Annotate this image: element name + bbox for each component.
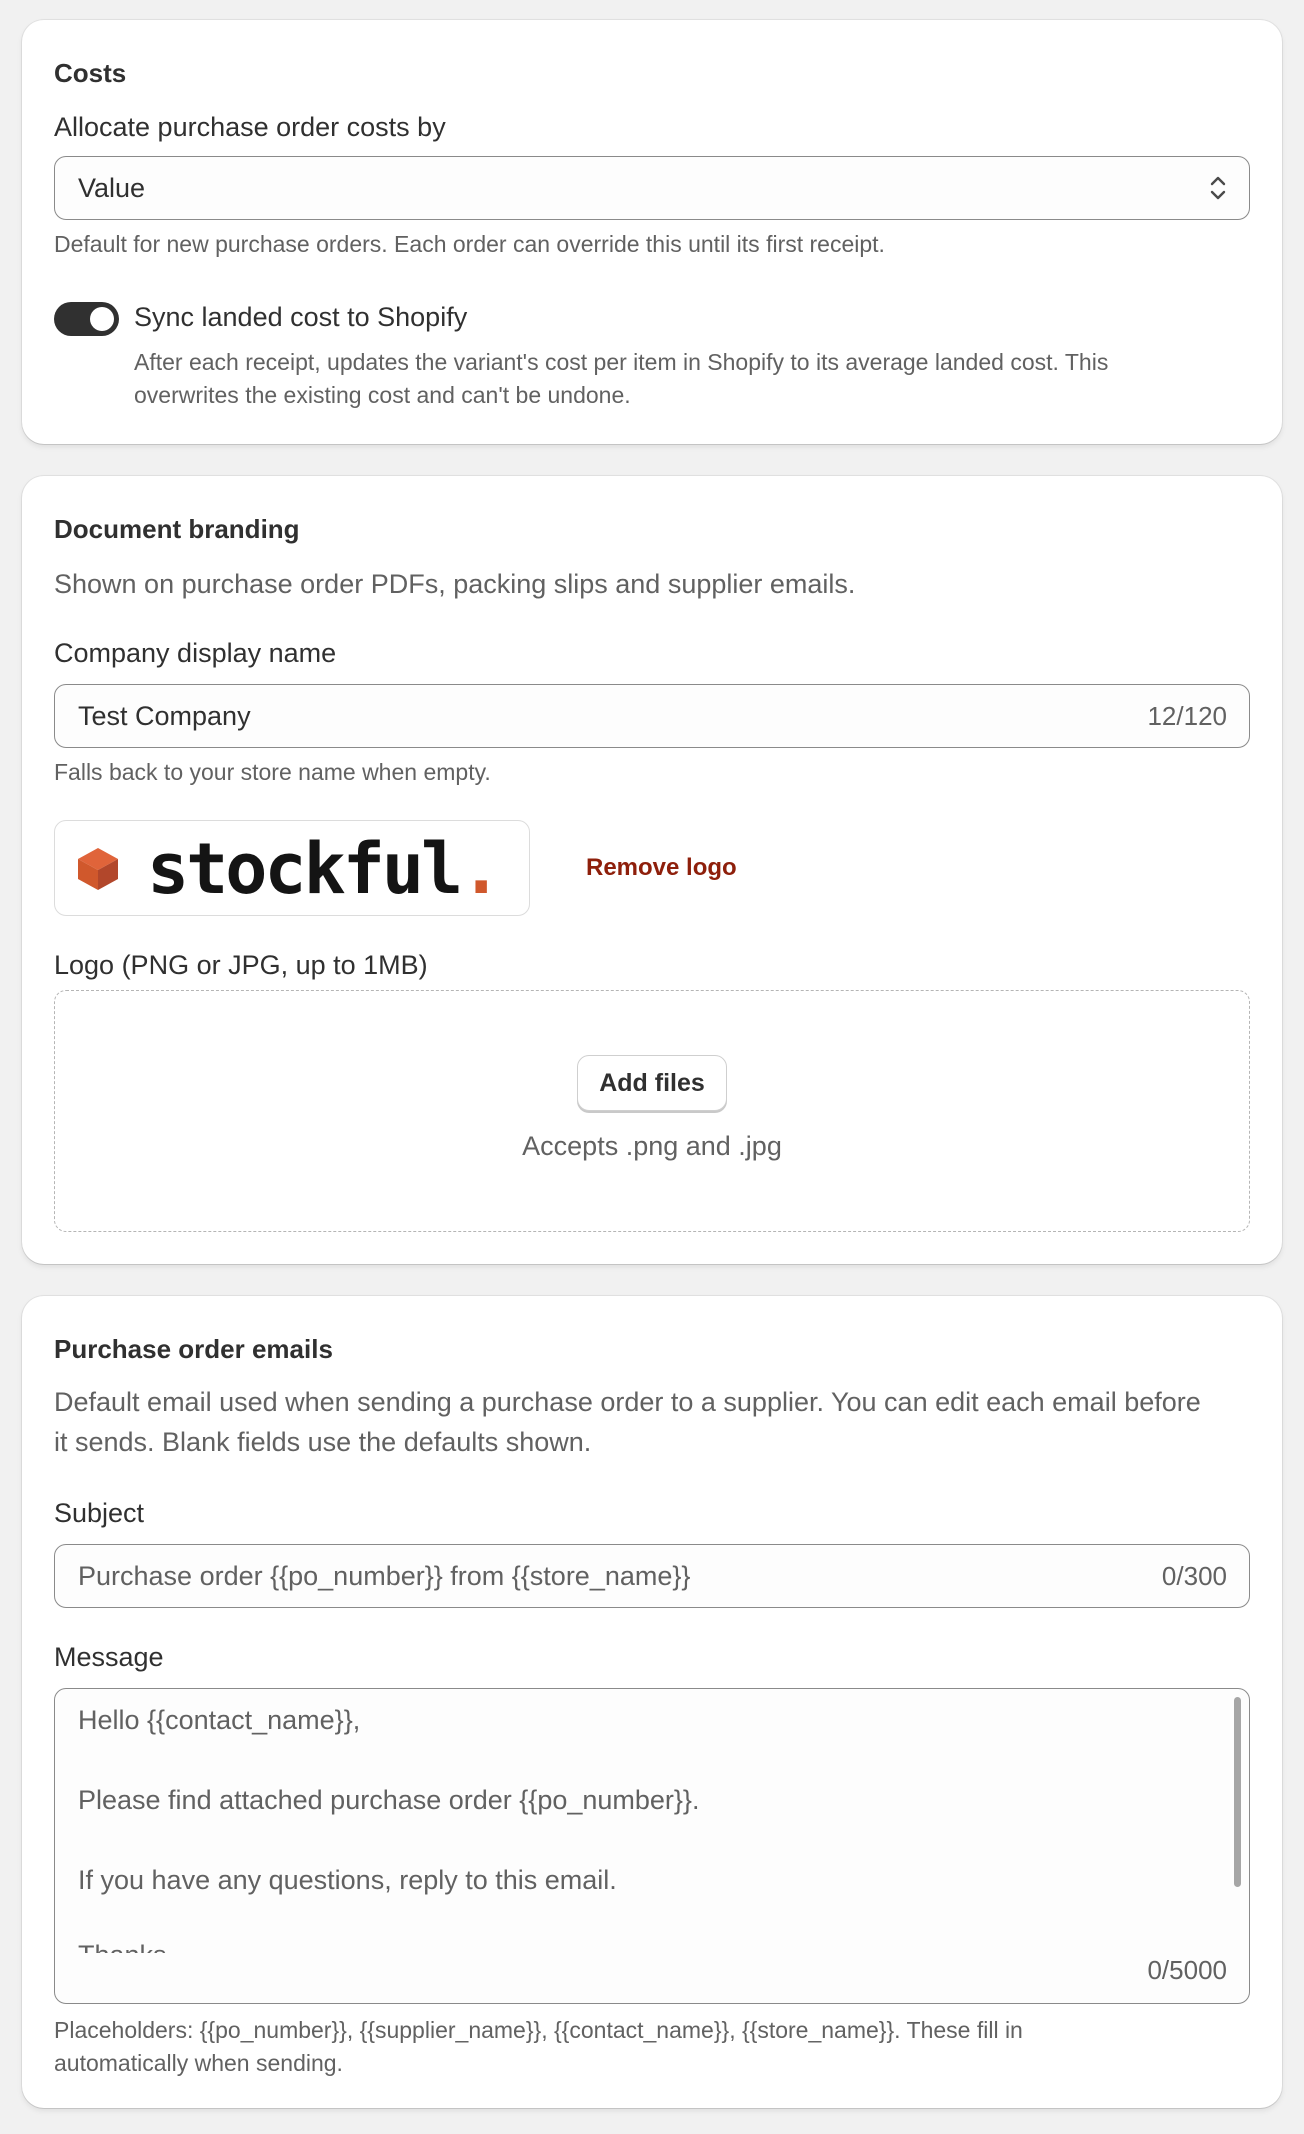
company-name-help: Falls back to your store name when empty… (54, 759, 491, 785)
allocate-select[interactable]: Value (54, 156, 1250, 220)
message-line: Thanks (78, 1937, 167, 1953)
emails-description-line-2: it sends. Blank fields use the defaults … (54, 1427, 592, 1457)
placeholders-help-line-2: automatically when sending. (54, 2050, 343, 2076)
message-scrollbar[interactable] (1234, 1697, 1241, 1887)
message-label: Message (54, 1642, 164, 1672)
logo-preview: stockful. (54, 820, 530, 916)
placeholders-help-line-1: Placeholders: {{po_number}}, {{supplier_… (54, 2017, 1023, 2043)
sync-help-line-2: overwrites the existing cost and can't b… (134, 382, 631, 408)
allocate-select-value: Value (78, 173, 146, 203)
message-count: 0/5000 (1147, 1955, 1227, 1985)
company-name-value: Test Company (78, 701, 251, 731)
purchase-order-emails-card: Purchase order emails Default email used… (22, 1296, 1282, 2108)
select-chevron-icon (1210, 176, 1226, 200)
subject-placeholder: Purchase order {{po_number}} from {{stor… (78, 1561, 691, 1591)
sync-label: Sync landed cost to Shopify (134, 302, 468, 332)
sync-landed-cost-toggle[interactable] (54, 302, 119, 336)
message-textarea[interactable]: Hello {{contact_name}}, Please find atta… (54, 1688, 1250, 2004)
costs-card: Costs Allocate purchase order costs by V… (22, 20, 1282, 444)
subject-input[interactable]: Purchase order {{po_number}} from {{stor… (54, 1544, 1250, 1608)
logo-upload-label: Logo (PNG or JPG, up to 1MB) (54, 950, 428, 980)
branding-title: Document branding (54, 514, 300, 544)
company-name-input[interactable]: Test Company 12/120 (54, 684, 1250, 748)
message-line: If you have any questions, reply to this… (78, 1865, 617, 1895)
emails-title: Purchase order emails (54, 1334, 333, 1364)
emails-description-line-1: Default email used when sending a purcha… (54, 1387, 1201, 1417)
toggle-knob (90, 307, 114, 331)
allocate-help: Default for new purchase orders. Each or… (54, 231, 885, 257)
logo-wordmark: stockful. (147, 828, 502, 910)
sync-help: After each receipt, updates the variant'… (134, 346, 1108, 412)
subject-count: 0/300 (1161, 1561, 1227, 1591)
logo-dropzone[interactable]: Add files Accepts .png and .jpg (54, 990, 1250, 1232)
sync-help-line-1: After each receipt, updates the variant'… (134, 349, 1109, 375)
subject-label: Subject (54, 1498, 145, 1528)
company-name-count: 12/120 (1147, 701, 1227, 731)
emails-description: Default email used when sending a purcha… (54, 1382, 1201, 1462)
branding-description: Shown on purchase order PDFs, packing sl… (54, 569, 856, 599)
allocate-label: Allocate purchase order costs by (54, 112, 446, 142)
company-name-label: Company display name (54, 638, 337, 668)
document-branding-card: Document branding Shown on purchase orde… (22, 476, 1282, 1264)
message-line: Hello {{contact_name}}, (78, 1705, 361, 1735)
message-line: Please find attached purchase order {{po… (78, 1785, 700, 1815)
accepted-formats-text: Accepts .png and .jpg (522, 1131, 782, 1161)
placeholders-help: Placeholders: {{po_number}}, {{supplier_… (54, 2014, 1023, 2080)
add-files-button[interactable]: Add files (577, 1055, 727, 1111)
remove-logo-button[interactable]: Remove logo (586, 854, 737, 882)
cube-logo-icon (78, 848, 118, 890)
costs-title: Costs (54, 58, 127, 88)
